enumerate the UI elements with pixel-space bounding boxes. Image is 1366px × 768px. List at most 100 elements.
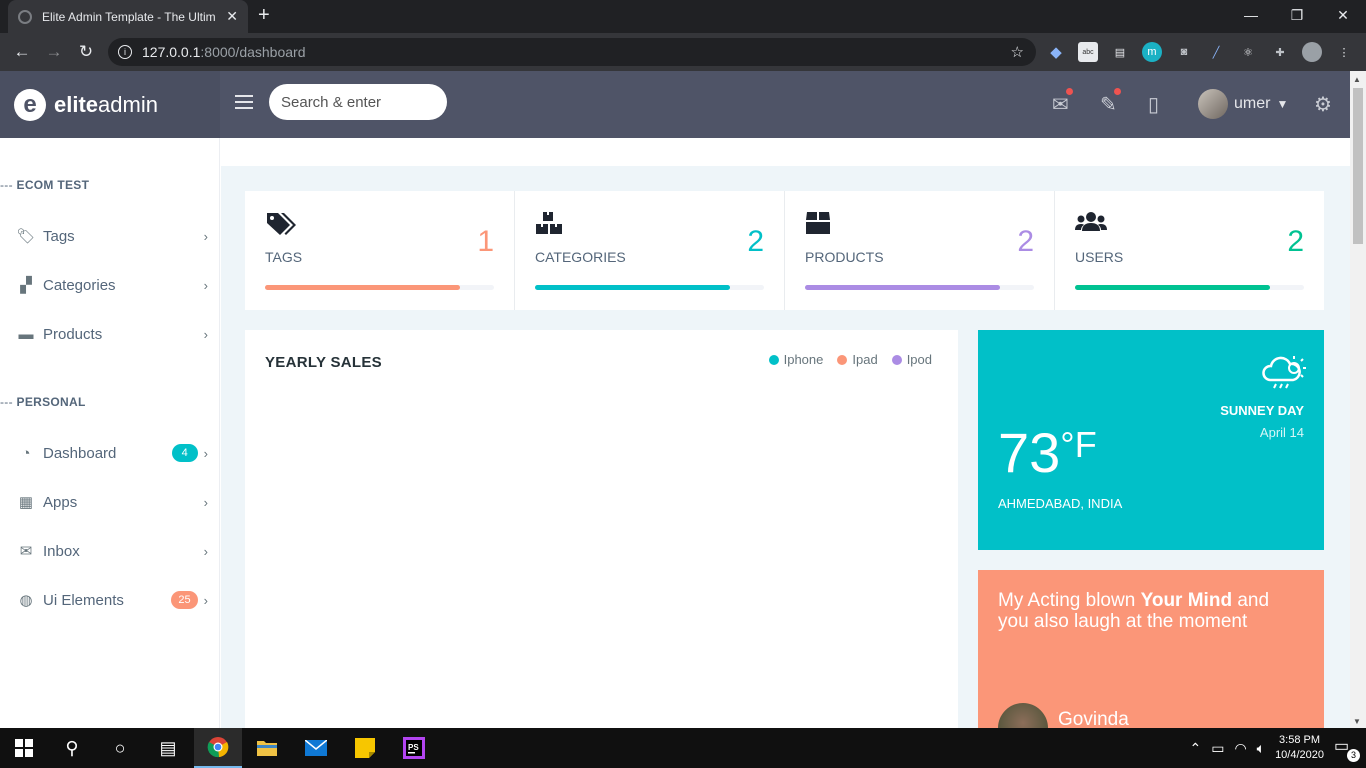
chart-legend: Iphone Ipad Ipod xyxy=(768,352,932,367)
scroll-down-icon[interactable]: ▼ xyxy=(1353,717,1361,726)
sidebar: --- ECOM TEST 🏷 Tags › ▞ Categories › ▬ … xyxy=(0,138,220,728)
tab-favicon-icon xyxy=(18,9,32,24)
file-explorer-icon[interactable] xyxy=(243,728,291,768)
stats-row: TAGS 1 CATEGORIES 2 PRODUCTS 2 USERS 2 xyxy=(245,191,1324,310)
wifi-icon[interactable]: ◠ xyxy=(1234,740,1246,757)
sidebar-item-label: Dashboard xyxy=(43,444,117,462)
action-center-icon[interactable]: ▭ 3 xyxy=(1334,736,1360,762)
sidebar-item-label: Ui Elements xyxy=(43,591,124,609)
sticky-notes-icon[interactable] xyxy=(341,728,389,768)
chevron-down-icon: ▼ xyxy=(1276,97,1289,111)
sidebar-item-inbox[interactable]: ✉ Inbox › xyxy=(16,536,208,566)
stat-card-tags: TAGS 1 xyxy=(245,191,515,310)
scrollbar-thumb[interactable] xyxy=(1353,88,1363,244)
stat-value: 2 xyxy=(1287,225,1304,258)
weather-location: AHMEDABAD, INDIA xyxy=(998,496,1123,511)
taskbar-clock[interactable]: 3:58 PM 10/4/2020 xyxy=(1275,733,1324,763)
react-extension-icon[interactable]: ⚛ xyxy=(1238,42,1258,62)
sidebar-item-ui-elements[interactable]: ◍ Ui Elements 25 › xyxy=(16,585,208,615)
quote-text: My Acting blown Your Mind and you also l… xyxy=(998,590,1270,632)
settings-gear-icon[interactable]: ⚙ xyxy=(1314,92,1332,117)
windows-start-icon[interactable] xyxy=(0,728,48,768)
layout-icon[interactable]: ▯ xyxy=(1148,92,1159,117)
sidebar-item-label: Tags xyxy=(43,227,75,245)
phpstorm-icon[interactable]: PS xyxy=(390,728,438,768)
sidebar-item-tags[interactable]: 🏷 Tags › xyxy=(16,221,208,251)
quote-card: My Acting blown Your Mind and you also l… xyxy=(978,570,1324,728)
puzzle-extensions-icon[interactable]: ✚ xyxy=(1270,42,1290,62)
search-icon[interactable]: ⚲ xyxy=(48,728,96,768)
page-scrollbar[interactable]: ▲ ▼ xyxy=(1350,71,1366,728)
back-icon[interactable]: ← xyxy=(6,42,38,62)
forward-icon[interactable]: → xyxy=(38,42,70,62)
stat-progress-track xyxy=(265,285,494,290)
task-view-icon[interactable]: ▤ xyxy=(144,728,192,768)
count-badge: 25 xyxy=(171,591,198,609)
cubes-icon: ▞ xyxy=(20,277,32,294)
search-input[interactable] xyxy=(269,84,447,120)
print-extension-icon[interactable]: ▤ xyxy=(1110,42,1130,62)
volume-icon[interactable]: 🔈︎ xyxy=(1257,740,1265,757)
battery-icon[interactable]: ▭ xyxy=(1211,740,1224,757)
browser-tab[interactable]: Elite Admin Template - The Ultim ✕ xyxy=(8,0,248,33)
browser-menu-icon[interactable]: ⋮ xyxy=(1334,42,1354,62)
stat-label: USERS xyxy=(1075,249,1124,265)
edit-icon[interactable]: ✎ xyxy=(1100,88,1121,117)
stat-progress-track xyxy=(1075,285,1304,290)
url-path: :8000/dashboard xyxy=(200,44,306,60)
menu-toggle-icon[interactable] xyxy=(235,95,253,109)
sidebar-item-dashboard[interactable]: ◔ Dashboard 4 › xyxy=(16,438,208,468)
archive-icon: ▬ xyxy=(18,325,34,343)
chrome-taskbar-icon[interactable] xyxy=(194,728,242,768)
stat-progress-fill xyxy=(265,285,460,290)
stat-progress-fill xyxy=(1075,285,1270,290)
profile-avatar-icon[interactable] xyxy=(1302,42,1322,62)
cortana-icon[interactable]: ○ xyxy=(96,728,144,768)
tray-chevron-up-icon[interactable]: ⌃ xyxy=(1189,740,1201,757)
weather-condition: SUNNEY DAY xyxy=(1220,403,1304,418)
sidebar-item-apps[interactable]: ▦ Apps › xyxy=(16,487,208,517)
camera-extension-icon[interactable]: ◙ xyxy=(1174,42,1194,62)
weather-card: SUNNEY DAY April 14 73°F AHMEDABAD, INDI… xyxy=(978,330,1324,550)
site-info-icon[interactable]: i xyxy=(118,45,132,59)
main-content: TAGS 1 CATEGORIES 2 PRODUCTS 2 USERS 2 Y… xyxy=(221,138,1350,728)
m-extension-icon[interactable]: m xyxy=(1142,42,1162,62)
window-close-icon[interactable]: ✕ xyxy=(1320,0,1366,30)
legend-dot xyxy=(891,354,902,365)
user-menu[interactable]: umer ▼ xyxy=(1198,89,1288,119)
chevron-right-icon: › xyxy=(203,445,208,461)
reload-icon[interactable]: ↻ xyxy=(70,42,102,62)
minimize-icon[interactable]: — xyxy=(1228,0,1274,30)
sidebar-item-label: Inbox xyxy=(43,542,80,560)
legend-dot xyxy=(768,354,779,365)
avatar xyxy=(998,703,1048,728)
tab-title: Elite Admin Template - The Ultim xyxy=(42,9,216,24)
adblock-extension-icon[interactable]: abc xyxy=(1078,42,1098,62)
restore-icon[interactable]: ❐ xyxy=(1274,0,1320,30)
grid-icon: ▦ xyxy=(18,494,34,511)
svg-text:PS: PS xyxy=(408,743,419,752)
stat-value: 2 xyxy=(747,225,764,258)
sidebar-item-products[interactable]: ▬ Products › xyxy=(16,319,209,349)
diamond-extension-icon[interactable]: ◆ xyxy=(1046,42,1066,62)
pen-extension-icon[interactable]: ╱ xyxy=(1206,42,1226,62)
app-header: e eliteadmin ✉ ✎ ▯ umer ▼ ⚙ xyxy=(0,71,1350,138)
scroll-up-icon[interactable]: ▲ xyxy=(1353,75,1361,84)
users-icon xyxy=(1075,211,1107,240)
tab-close-icon[interactable]: ✕ xyxy=(226,8,238,25)
messages-icon[interactable]: ✉ xyxy=(1052,88,1073,117)
sidebar-item-categories[interactable]: ▞ Categories › xyxy=(16,270,208,300)
box-icon xyxy=(805,211,831,242)
chevron-right-icon: › xyxy=(203,326,208,342)
chevron-right-icon: › xyxy=(203,494,208,510)
stat-value: 2 xyxy=(1017,225,1034,258)
system-tray: ⌃ ▭ ◠ 🔈︎ 3:58 PM 10/4/2020 xyxy=(1189,728,1324,768)
author-name: Govinda xyxy=(1058,709,1129,728)
address-bar[interactable]: i 127.0.0.1:8000/dashboard ☆ xyxy=(108,38,1036,66)
stat-progress-fill xyxy=(535,285,730,290)
url-host: 127.0.0.1 xyxy=(142,44,201,60)
new-tab-icon[interactable]: + xyxy=(258,4,270,27)
bookmark-star-icon[interactable]: ☆ xyxy=(1011,43,1024,61)
mail-icon[interactable] xyxy=(292,728,340,768)
brand-logo[interactable]: e eliteadmin xyxy=(0,71,220,138)
